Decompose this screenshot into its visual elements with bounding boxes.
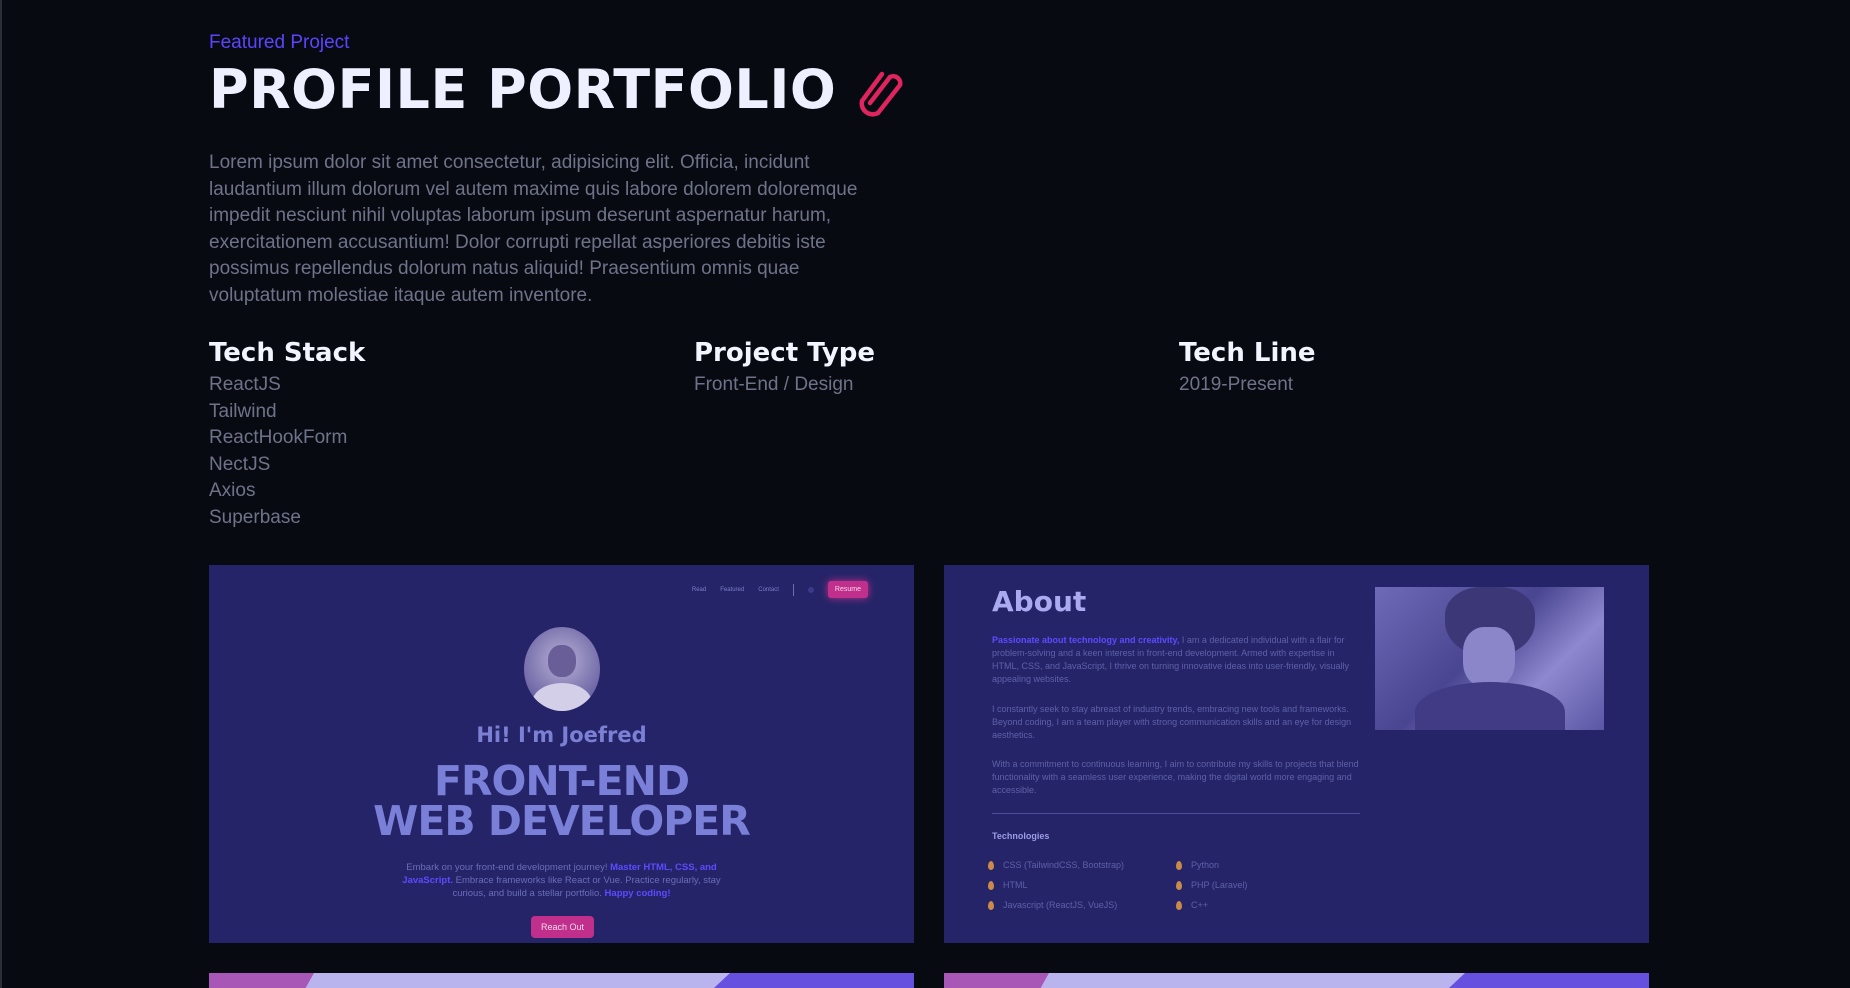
preview-tech-item: HTML (988, 880, 1028, 890)
preview-home-screenshot[interactable]: Read Featured Contact Resume Hi! I'm Joe… (209, 565, 914, 943)
tech-stack-item: Superbase (209, 506, 301, 528)
tech-stack-item: Axios (209, 480, 256, 501)
preview-blurb: Embark on your front-end development jou… (399, 861, 724, 900)
preview-about-paragraph: I constantly seek to stay abreast of ind… (992, 704, 1352, 740)
preview-tech-label: C++ (1191, 900, 1209, 910)
flame-icon (1176, 860, 1182, 870)
preview-tech-item: Javascript (ReactJS, VueJS) (988, 900, 1117, 910)
preview-resume-button: Resume (827, 581, 868, 598)
avatar (524, 627, 600, 711)
project-type: Project Type Front-End / Design (694, 338, 875, 399)
project-description: Lorem ipsum dolor sit amet consectetur, … (209, 152, 858, 306)
preview-reach-out-button: Reach Out (531, 916, 595, 938)
page-title: PROFILE PORTFOLIO (209, 58, 904, 121)
tech-stack-item: ReactHookForm (209, 427, 348, 448)
page-title-text: PROFILE PORTFOLIO (209, 58, 837, 121)
preview-tech-item: CSS (TailwindCSS, Bootstrap) (988, 860, 1124, 870)
preview-greeting: Hi! I'm Joefred (476, 723, 647, 747)
flame-icon (988, 880, 994, 890)
theme-toggle-icon (807, 586, 814, 593)
preview-blurb-text: Embark on your front-end development jou… (406, 862, 608, 873)
next-preview-screenshot[interactable] (209, 973, 914, 988)
preview-tech-item: C++ (1176, 900, 1208, 910)
tech-stack-item: Tailwind (209, 400, 277, 422)
paperclip-icon (854, 63, 904, 117)
preview-headline: FRONT-END WEB DEVELOPER (209, 757, 914, 845)
preview-tech-heading: Technologies (992, 831, 1050, 841)
preview-blurb-bold: Happy coding! (604, 888, 671, 899)
preview-tech-label: HTML (1003, 880, 1028, 890)
preview-tech-label: Python (1191, 860, 1220, 870)
preview-nav-link: Contact (758, 586, 779, 593)
project-type-heading: Project Type (694, 338, 876, 368)
preview-nav: Read Featured Contact Resume (692, 581, 868, 598)
tech-stack-item: ReactJS (209, 374, 281, 395)
tech-line-value: 2019-Present (1179, 374, 1294, 395)
preview-about-heading: About (992, 585, 1087, 618)
preview-about-paragraph: With a commitment to continuous learning… (992, 759, 1359, 795)
preview-tech-label: PHP (Laravel) (1191, 880, 1248, 890)
tech-stack-heading: Tech Stack (209, 338, 366, 368)
tech-stack-item: NectJS (209, 453, 271, 475)
project-type-value: Front-End / Design (694, 374, 854, 395)
preview-about-divider (992, 813, 1360, 814)
flame-icon (988, 900, 994, 910)
preview-blurb-text: Embrace frameworks like React or Vue. Pr… (452, 875, 721, 899)
eyebrow-label: Featured Project (209, 32, 350, 53)
preview-tech-label: Javascript (ReactJS, VueJS) (1003, 900, 1118, 910)
preview-headline-line: WEB DEVELOPER (373, 797, 751, 845)
preview-nav-link: Featured (720, 586, 745, 593)
left-edge-rule (0, 0, 2, 988)
preview-headline-line: FRONT-END (433, 757, 690, 805)
preview-tech-item: PHP (Laravel) (1176, 880, 1247, 890)
flame-icon (1176, 880, 1182, 890)
next-preview-screenshot[interactable] (944, 973, 1649, 988)
preview-nav-link: Read (691, 586, 707, 593)
tech-line-heading: Tech Line (1179, 338, 1316, 368)
tech-stack: Tech Stack ReactJS Tailwind ReactHookFor… (209, 338, 365, 531)
preview-nav-divider (792, 583, 794, 596)
tech-line: Tech Line 2019-Present (1179, 338, 1316, 399)
flame-icon (988, 860, 994, 870)
preview-about-paragraph: Passionate about technology and creativi… (992, 634, 1360, 686)
flame-icon (1176, 900, 1182, 910)
preview-about-illustration (1375, 587, 1604, 730)
preview-about-bold: Passionate about technology and creativi… (992, 635, 1180, 645)
preview-about-screenshot[interactable]: About Passionate about technology and cr… (944, 565, 1649, 943)
preview-tech-item: Python (1176, 860, 1219, 870)
preview-tech-label: CSS (TailwindCSS, Bootstrap) (1003, 860, 1125, 870)
